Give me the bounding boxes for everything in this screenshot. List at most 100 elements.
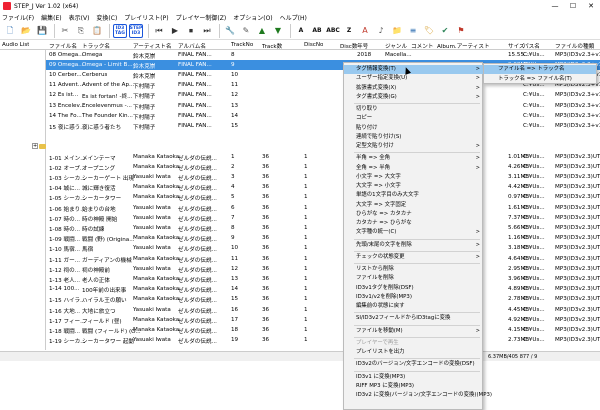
- context-menu-item[interactable]: 大文字 => 小文字: [344, 182, 484, 191]
- z-icon[interactable]: Z: [342, 24, 356, 38]
- new-file-icon[interactable]: 🗋: [3, 24, 17, 38]
- column-header-cell[interactable]: 年号: [357, 42, 368, 50]
- next-icon[interactable]: ⏭: [200, 24, 214, 38]
- column-header-cell[interactable]: Track数: [262, 42, 282, 50]
- table-row[interactable]: 08 Omega... Omega 鈴木克崇 FINAL FAN... 8 2018 Mac…: [46, 50, 600, 60]
- empty-row[interactable]: [46, 132, 600, 142]
- table-row[interactable]: 1-07 時の... 時の神殿 開始 Yasuaki Iwata ゼルダの伝説... 7…: [46, 213, 600, 223]
- table-row[interactable]: 1-05 シーカ... シーカータワー Manaka Kataoka ゼルダの伝説..…: [46, 193, 600, 203]
- context-menu-item[interactable]: タグ書式変換(G) >: [344, 93, 484, 102]
- context-menu-item[interactable]: ひらがな => カタカナ: [344, 210, 484, 219]
- context-menu-item[interactable]: 切り取り: [344, 105, 484, 114]
- expand-icon[interactable]: +: [32, 143, 38, 149]
- note-icon[interactable]: ♪: [374, 24, 388, 38]
- context-menu-item[interactable]: 文字種の統一(C) >: [344, 228, 484, 237]
- a-icon[interactable]: A: [358, 24, 372, 38]
- open-folder-icon[interactable]: 📂: [19, 24, 33, 38]
- column-header-cell[interactable]: パス名: [523, 42, 540, 50]
- table-row[interactable]: 1-03 シーカ... シーカーゲート 出現 Yasuaki Iwata ゼルダの伝説…: [46, 172, 600, 182]
- table-row[interactable]: 1-01 メイン... メインテーマ Manaka Kataoka ゼルダの伝説...…: [46, 152, 600, 162]
- table-row[interactable]: 14 The Fo... The Founder Kin... 下村陽子 FINAL …: [46, 111, 600, 121]
- context-menu-item[interactable]: ファイルを削除: [344, 274, 484, 283]
- maximize-button[interactable]: ☐: [564, 0, 582, 12]
- close-button[interactable]: ✕: [582, 0, 600, 12]
- down-arrow-icon[interactable]: ▼: [271, 24, 285, 38]
- save-icon[interactable]: 💾: [35, 24, 49, 38]
- paste-icon[interactable]: 📋: [90, 24, 104, 38]
- context-menu-item[interactable]: ID3v1タグを削除(DSF): [344, 284, 484, 293]
- column-header-cell[interactable]: Album.アーティスト: [437, 42, 490, 50]
- table-row[interactable]: 1-11 ガー... ガーディアンの機械 Manaka Kataoka ゼルダの伝説.…: [46, 254, 600, 264]
- minimize-button[interactable]: —: [546, 0, 564, 12]
- menu-item[interactable]: 変換(C): [96, 13, 117, 22]
- column-header-cell[interactable]: アルバム名: [178, 42, 206, 50]
- column-header-cell[interactable]: Audio List: [2, 42, 29, 48]
- context-menu-item[interactable]: 単語の1文字目のみ大文字: [344, 191, 484, 200]
- table-row[interactable]: 15 夜に惑う... 夜に惑う者たち 下村陽子 FINAL FAN... 15 C:¥Us…: [46, 121, 600, 131]
- context-menu-item[interactable]: ID3v1/v2を削除(MP3): [344, 293, 484, 302]
- context-menu-item[interactable]: タグ情報変換(T) >: [344, 65, 484, 74]
- context-menu-item[interactable]: ID3v2のバージョン/文字エンコードの変換(DSF): [344, 360, 484, 369]
- table-row[interactable]: 1-02 オープ... オープニング Manaka Kataoka ゼルダの伝説...…: [46, 162, 600, 172]
- context-menu-item[interactable]: 編集前の状態に戻す: [344, 302, 484, 311]
- column-header-cell[interactable]: ジャンル: [385, 42, 407, 50]
- table-row[interactable]: 1-14 100... 100年前の出来事 Manaka Kataoka ゼルダの伝説…: [46, 285, 600, 295]
- context-menu-item[interactable]: ファイルを移動(M) >: [344, 327, 484, 336]
- folder-node[interactable]: +: [0, 142, 46, 150]
- table-row[interactable]: 1-04 城に... 城に輝き復活 Manaka Kataoka ゼルダの伝説... 4…: [46, 183, 600, 193]
- playlist-icon[interactable]: ≡: [406, 24, 420, 38]
- context-menu-item[interactable]: チェックの状態変更 >: [344, 253, 484, 262]
- context-menu-item[interactable]: 連続で貼り付け(S): [344, 133, 484, 142]
- context-menu-item[interactable]: プレイリストを出力: [344, 348, 484, 357]
- context-menu-item[interactable]: 大文字 => 文字固定: [344, 201, 484, 210]
- column-header-cell[interactable]: TrackNo: [231, 42, 253, 48]
- table-row[interactable]: 1-09 戦闘... 戦闘 (野) (Origina... Manaka Katao…: [46, 234, 600, 244]
- column-header-cell[interactable]: アーティスト名: [133, 42, 172, 50]
- menu-item[interactable]: ファイル(F): [2, 13, 34, 22]
- table-row[interactable]: 1-18 戦闘... 戦闘 (フィールド) (O... Manaka Kataoka…: [46, 325, 600, 335]
- context-menu-item[interactable]: 貼り付け: [344, 124, 484, 133]
- context-menu-item[interactable]: 全角 => 半角 >: [344, 164, 484, 173]
- menu-item[interactable]: プレイヤー制御(Z): [176, 13, 227, 22]
- ab-icon[interactable]: AB: [310, 24, 324, 38]
- pen-icon[interactable]: ✎: [239, 24, 253, 38]
- menu-item[interactable]: ヘルプ(H): [280, 13, 307, 22]
- column-header-cell[interactable]: DiscNo: [304, 42, 323, 48]
- submenu-item[interactable]: ファイル名 => トラック名: [484, 65, 596, 74]
- context-menu-item[interactable]: コピー: [344, 114, 484, 123]
- context-menu-item[interactable]: SI/ID3v2フィールドからID3tagに変換: [344, 314, 484, 323]
- wrench-icon[interactable]: 🔧: [223, 24, 237, 38]
- stop-icon[interactable]: ⏹: [184, 24, 198, 38]
- menu-item[interactable]: プレイリスト(P): [124, 13, 168, 22]
- column-header-cell[interactable]: コメント: [411, 42, 433, 50]
- context-menu-item[interactable]: カタカナ => ひらがな: [344, 219, 484, 228]
- flag-icon[interactable]: ⚑: [454, 24, 468, 38]
- table-row[interactable]: 1-10 馬宿... 馬宿 Yasuaki Iwata ゼルダの伝説... 10 36 1 3…: [46, 244, 600, 254]
- table-row[interactable]: 1-13 老人... 老人の正体 Manaka Kataoka ゼルダの伝説... 13…: [46, 274, 600, 284]
- folder-move-icon[interactable]: 📁: [390, 24, 404, 38]
- table-row[interactable]: 12 Es ist... Es ist fortan! -終... 下村陽子 FINA…: [46, 91, 600, 101]
- column-header-cell[interactable]: Disc数: [340, 42, 357, 50]
- step-id3-icon[interactable]: STEP ID3: [129, 23, 143, 38]
- table-row[interactable]: 13 Encelev... Encelevenmus -... 下村陽子 FINAL …: [46, 101, 600, 111]
- column-header-cell[interactable]: ファイルの種類: [555, 42, 594, 50]
- context-menu-item[interactable]: ID3v2 に変換(バージョン/文字エンコードの変換)(MP3): [344, 391, 492, 400]
- context-menu-item[interactable]: 拡張書式変換(X) >: [344, 84, 484, 93]
- copy-icon[interactable]: ⎘: [74, 24, 88, 38]
- column-header-cell[interactable]: トラック名: [82, 42, 110, 50]
- id3-tag-icon[interactable]: ID3 TAG: [113, 23, 127, 38]
- a-mark-icon[interactable]: A: [294, 24, 308, 38]
- context-menu-item[interactable]: ユーザー指定変換(U) >: [344, 74, 484, 83]
- menu-item[interactable]: 表示(V): [69, 13, 90, 22]
- play-icon[interactable]: ▶: [168, 24, 182, 38]
- context-menu-item[interactable]: 半角 => 全角 >: [344, 154, 484, 163]
- table-row[interactable]: 1-08 時の... 時の試練 Yasuaki Iwata ゼルダの伝説... 8 36 1…: [46, 223, 600, 233]
- menu-item[interactable]: 編集(E): [41, 13, 61, 22]
- context-menu-item[interactable]: ID3v1 に変換(MP3): [344, 373, 484, 382]
- context-menu-item[interactable]: 小文字 => 大文字: [344, 173, 484, 182]
- column-header-cell[interactable]: ファイル名: [49, 42, 77, 50]
- table-row[interactable]: 1-06 始まり... 始まりの台地 Yasuaki Iwata ゼルダの伝説... 6…: [46, 203, 600, 213]
- context-menu-item[interactable]: 定型文貼り付け >: [344, 142, 484, 151]
- context-menu-item[interactable]: RIFF MP3 に変換(MP3): [344, 382, 484, 391]
- table-row[interactable]: 1-12 祠の... 祠の神殿前 Yasuaki Iwata ゼルダの伝説... 12 3…: [46, 264, 600, 274]
